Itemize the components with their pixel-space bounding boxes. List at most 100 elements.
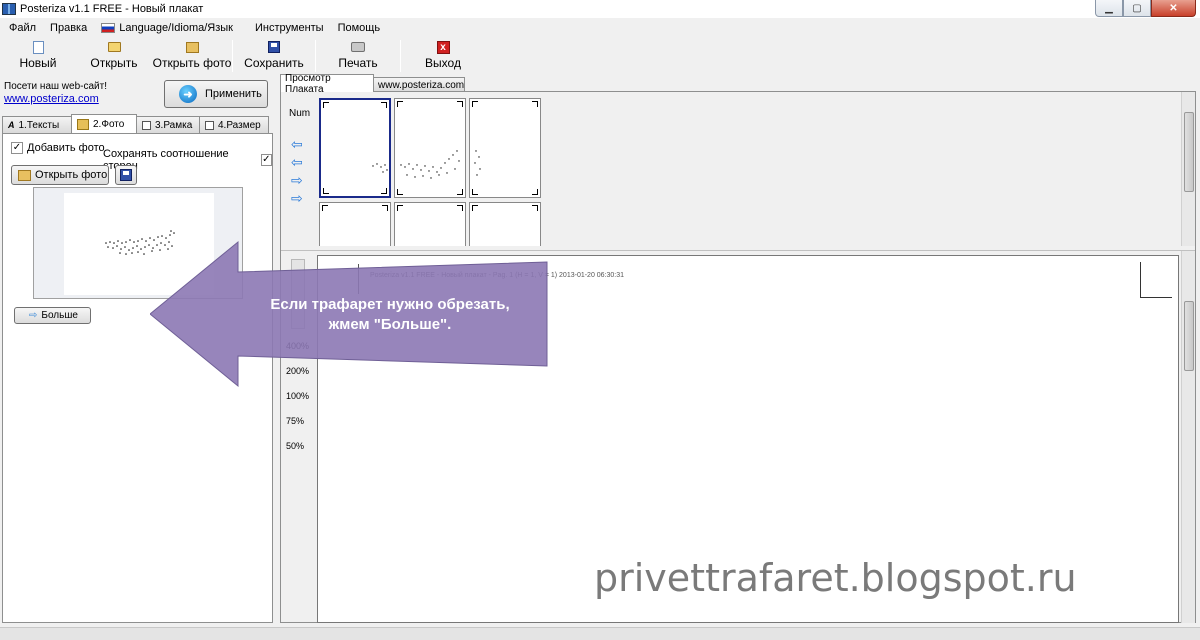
- checkbox[interactable]: ✓: [11, 142, 23, 154]
- menu-bar: Файл Правка Language/Idioma/Язык Инструм…: [0, 18, 1200, 38]
- zoom-100[interactable]: 100%: [286, 391, 309, 401]
- open-photo-button[interactable]: Открыть фото: [11, 165, 109, 185]
- num-toggle[interactable]: Num: [289, 108, 310, 119]
- menu-edit[interactable]: Правка: [43, 22, 94, 34]
- zoom-200[interactable]: 200%: [286, 366, 309, 376]
- open-photo-toolbar-label: Открыть фото: [152, 56, 232, 70]
- zoom-75[interactable]: 75%: [286, 416, 304, 426]
- tab-texts[interactable]: A 1.Тексты: [2, 116, 72, 133]
- save-button-label: Сохранить: [244, 56, 304, 70]
- open-photo-toolbar-button[interactable]: Открыть фото: [152, 38, 232, 72]
- minimize-icon: ▁: [1105, 2, 1113, 14]
- photo-icon: [77, 118, 89, 130]
- arrow-left-icon[interactable]: ⇦: [291, 137, 305, 151]
- scrollbar-thumb[interactable]: [1184, 301, 1194, 371]
- new-button-label: Новый: [19, 56, 57, 70]
- print-button-label: Печать: [338, 56, 378, 70]
- page-scrollbar[interactable]: [1181, 251, 1195, 623]
- page-header-text: Posteriza v1.1 FREE - Новый плакат - Pag…: [370, 272, 625, 279]
- right-panel: Просмотр Плаката www.posteriza.com Num ⇦…: [278, 73, 1200, 625]
- status-bar: [0, 627, 1200, 640]
- crop-mark: [358, 264, 359, 294]
- settings-tabs: A 1.Тексты 2.Фото 3.Рамка 4.Размер: [2, 114, 269, 133]
- more-button-label: Больше: [41, 310, 78, 321]
- tab-frame-label: 3.Рамка: [155, 119, 193, 131]
- window-title: Posteriza v1.1 FREE - Новый плакат: [20, 3, 204, 15]
- zoom-400[interactable]: 400%: [286, 341, 309, 351]
- website-link[interactable]: www.posteriza.com: [4, 93, 99, 105]
- print-button[interactable]: Печать: [316, 38, 400, 72]
- flag-icon: [101, 23, 116, 33]
- photo-preview: [33, 187, 243, 299]
- app-icon: [2, 3, 16, 15]
- tab-texts-label: 1.Тексты: [18, 119, 60, 131]
- menu-language[interactable]: Language/Idioma/Язык: [94, 22, 240, 34]
- apply-button[interactable]: ➜ Применить: [164, 80, 268, 108]
- stencil-fragment: [474, 150, 481, 176]
- minimize-button[interactable]: ▁: [1095, 0, 1123, 17]
- frame-icon: [142, 120, 151, 130]
- tab-poster-preview[interactable]: Просмотр Плаката: [280, 73, 374, 95]
- toolbar: Новый Открыть Открыть фото Сохранить Печ…: [0, 38, 1200, 74]
- resize-icon: [205, 120, 214, 130]
- arrow-right-icon: ⇨: [29, 310, 38, 321]
- maximize-button[interactable]: ▢: [1123, 0, 1151, 17]
- thumbnails-scrollbar[interactable]: [1181, 92, 1195, 246]
- exit-icon: x: [436, 40, 450, 54]
- page-thumbnail[interactable]: [319, 202, 391, 246]
- menu-tools[interactable]: Инструменты: [248, 22, 331, 34]
- tab-photo-label: 2.Фото: [93, 118, 125, 130]
- apply-button-label: Применить: [205, 88, 262, 100]
- stencil-dots: [105, 230, 175, 255]
- save-photo-button[interactable]: [115, 165, 137, 185]
- scrollbar-thumb[interactable]: [1184, 112, 1194, 192]
- zoom-slider[interactable]: [291, 259, 305, 329]
- tab-frame[interactable]: 3.Рамка: [136, 116, 200, 133]
- stencil-image: [64, 193, 214, 295]
- new-button[interactable]: Новый: [0, 38, 76, 72]
- photo-icon: [18, 169, 31, 181]
- arrow-right-icon[interactable]: ⇨: [291, 191, 305, 205]
- window-controls: ▁ ▢ ✕: [1095, 0, 1196, 17]
- close-button[interactable]: ✕: [1151, 0, 1196, 17]
- preview-tabs: Просмотр Плаката www.posteriza.com: [280, 73, 465, 95]
- open-button[interactable]: Открыть: [76, 38, 152, 72]
- floppy-disk-icon: [267, 40, 281, 54]
- left-panel: Посети наш web-сайт! www.posteriza.com ➜…: [0, 74, 276, 625]
- tab-website[interactable]: www.posteriza.com: [373, 77, 465, 92]
- more-button[interactable]: ⇨ Больше: [14, 307, 91, 324]
- arrow-left-small-icon[interactable]: ⇦: [291, 155, 305, 169]
- stencil-fragment: [372, 163, 388, 173]
- floppy-disk-icon: [120, 169, 132, 181]
- title-bar: Posteriza v1.1 FREE - Новый плакат ▁ ▢ ✕: [0, 0, 1200, 18]
- open-photo-button-label: Открыть фото: [35, 169, 108, 181]
- page-thumbnail[interactable]: [394, 98, 466, 198]
- printer-icon: [351, 40, 365, 54]
- stencil-fragment: [400, 150, 460, 179]
- open-button-label: Открыть: [90, 56, 138, 70]
- watermark: privettrafaret.blogspot.ru: [594, 556, 1077, 600]
- tab-size-label: 4.Размер: [218, 119, 261, 131]
- menu-file[interactable]: Файл: [2, 22, 43, 34]
- exit-button-label: Выход: [425, 56, 461, 70]
- page-thumbnail[interactable]: [319, 98, 391, 198]
- save-button[interactable]: Сохранить: [233, 38, 315, 72]
- thumbnail-grid: [317, 94, 1187, 246]
- checkbox[interactable]: ✓: [260, 154, 272, 166]
- photo-tab-panel: ✓ Добавить фото Сохранять соотношение ст…: [2, 133, 273, 623]
- menu-help[interactable]: Помощь: [331, 22, 388, 34]
- exit-button[interactable]: x Выход: [401, 38, 485, 72]
- maximize-icon: ▢: [1132, 2, 1142, 14]
- zoom-50[interactable]: 50%: [286, 441, 304, 451]
- tab-size[interactable]: 4.Размер: [199, 116, 269, 133]
- arrow-right-small-icon[interactable]: ⇨: [291, 173, 305, 187]
- crop-mark: [1140, 262, 1172, 298]
- page-thumbnail[interactable]: [394, 202, 466, 246]
- tab-photo[interactable]: 2.Фото: [71, 114, 137, 133]
- page-thumbnail[interactable]: [469, 202, 541, 246]
- page-thumbnail[interactable]: [469, 98, 541, 198]
- tab-website-label: www.posteriza.com: [378, 79, 465, 91]
- add-photo-checkbox[interactable]: ✓ Добавить фото: [11, 142, 105, 154]
- visit-website-text: Посети наш web-сайт!: [4, 81, 107, 92]
- arrow-right-icon: ➜: [179, 85, 197, 103]
